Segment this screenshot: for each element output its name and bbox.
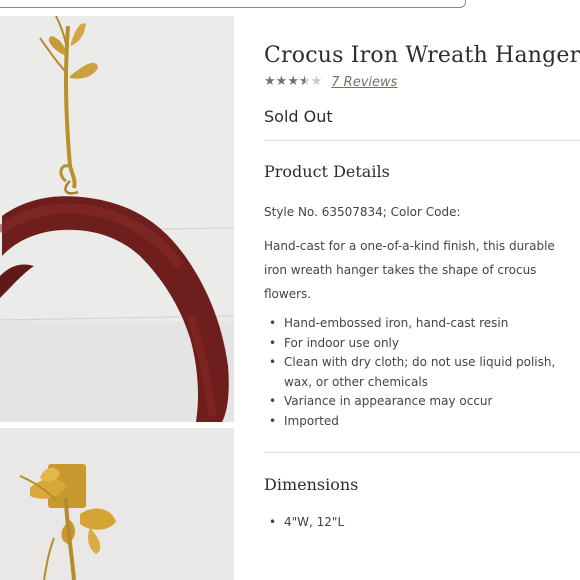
gold-crocus-hanger-photo — [0, 428, 234, 580]
star-icon: ★ — [275, 74, 288, 89]
wreath-on-hanger-photo — [0, 16, 234, 422]
rating-row: ★ ★ ★ ★ ★ 7 Reviews — [264, 74, 397, 90]
reviews-link[interactable]: 7 Reviews — [331, 75, 397, 90]
dimensions-heading: Dimensions — [264, 475, 359, 494]
product-image-main[interactable] — [0, 16, 234, 422]
details-list: Hand-embossed iron, hand-cast resin For … — [264, 314, 580, 431]
top-bar — [0, 0, 580, 14]
divider — [264, 140, 580, 141]
divider — [264, 452, 580, 453]
product-image-secondary[interactable] — [0, 428, 234, 580]
style-number: Style No. 63507834; Color Code: — [264, 205, 461, 219]
empty-star-icon: ★ — [310, 74, 323, 89]
half-star-icon: ★ — [299, 74, 311, 90]
product-details-heading: Product Details — [264, 162, 390, 181]
list-item: Hand-embossed iron, hand-cast resin — [264, 314, 580, 334]
search-bar-edge[interactable] — [0, 0, 466, 8]
product-title: Crocus Iron Wreath Hanger — [264, 43, 580, 68]
star-rating: ★ ★ ★ ★ ★ — [264, 74, 322, 90]
list-item: Imported — [264, 412, 580, 432]
list-item: Clean with dry cloth; do not use liquid … — [264, 353, 580, 392]
availability-status: Sold Out — [264, 107, 333, 126]
dimensions-list: 4"W, 12"L — [264, 513, 580, 533]
list-item: Variance in appearance may occur — [264, 392, 580, 412]
star-icon: ★ — [264, 74, 276, 89]
star-icon: ★ — [287, 74, 299, 89]
product-description: Hand-cast for a one-of-a-kind finish, th… — [264, 239, 555, 301]
list-item: For indoor use only — [264, 334, 580, 354]
list-item: 4"W, 12"L — [264, 513, 580, 533]
